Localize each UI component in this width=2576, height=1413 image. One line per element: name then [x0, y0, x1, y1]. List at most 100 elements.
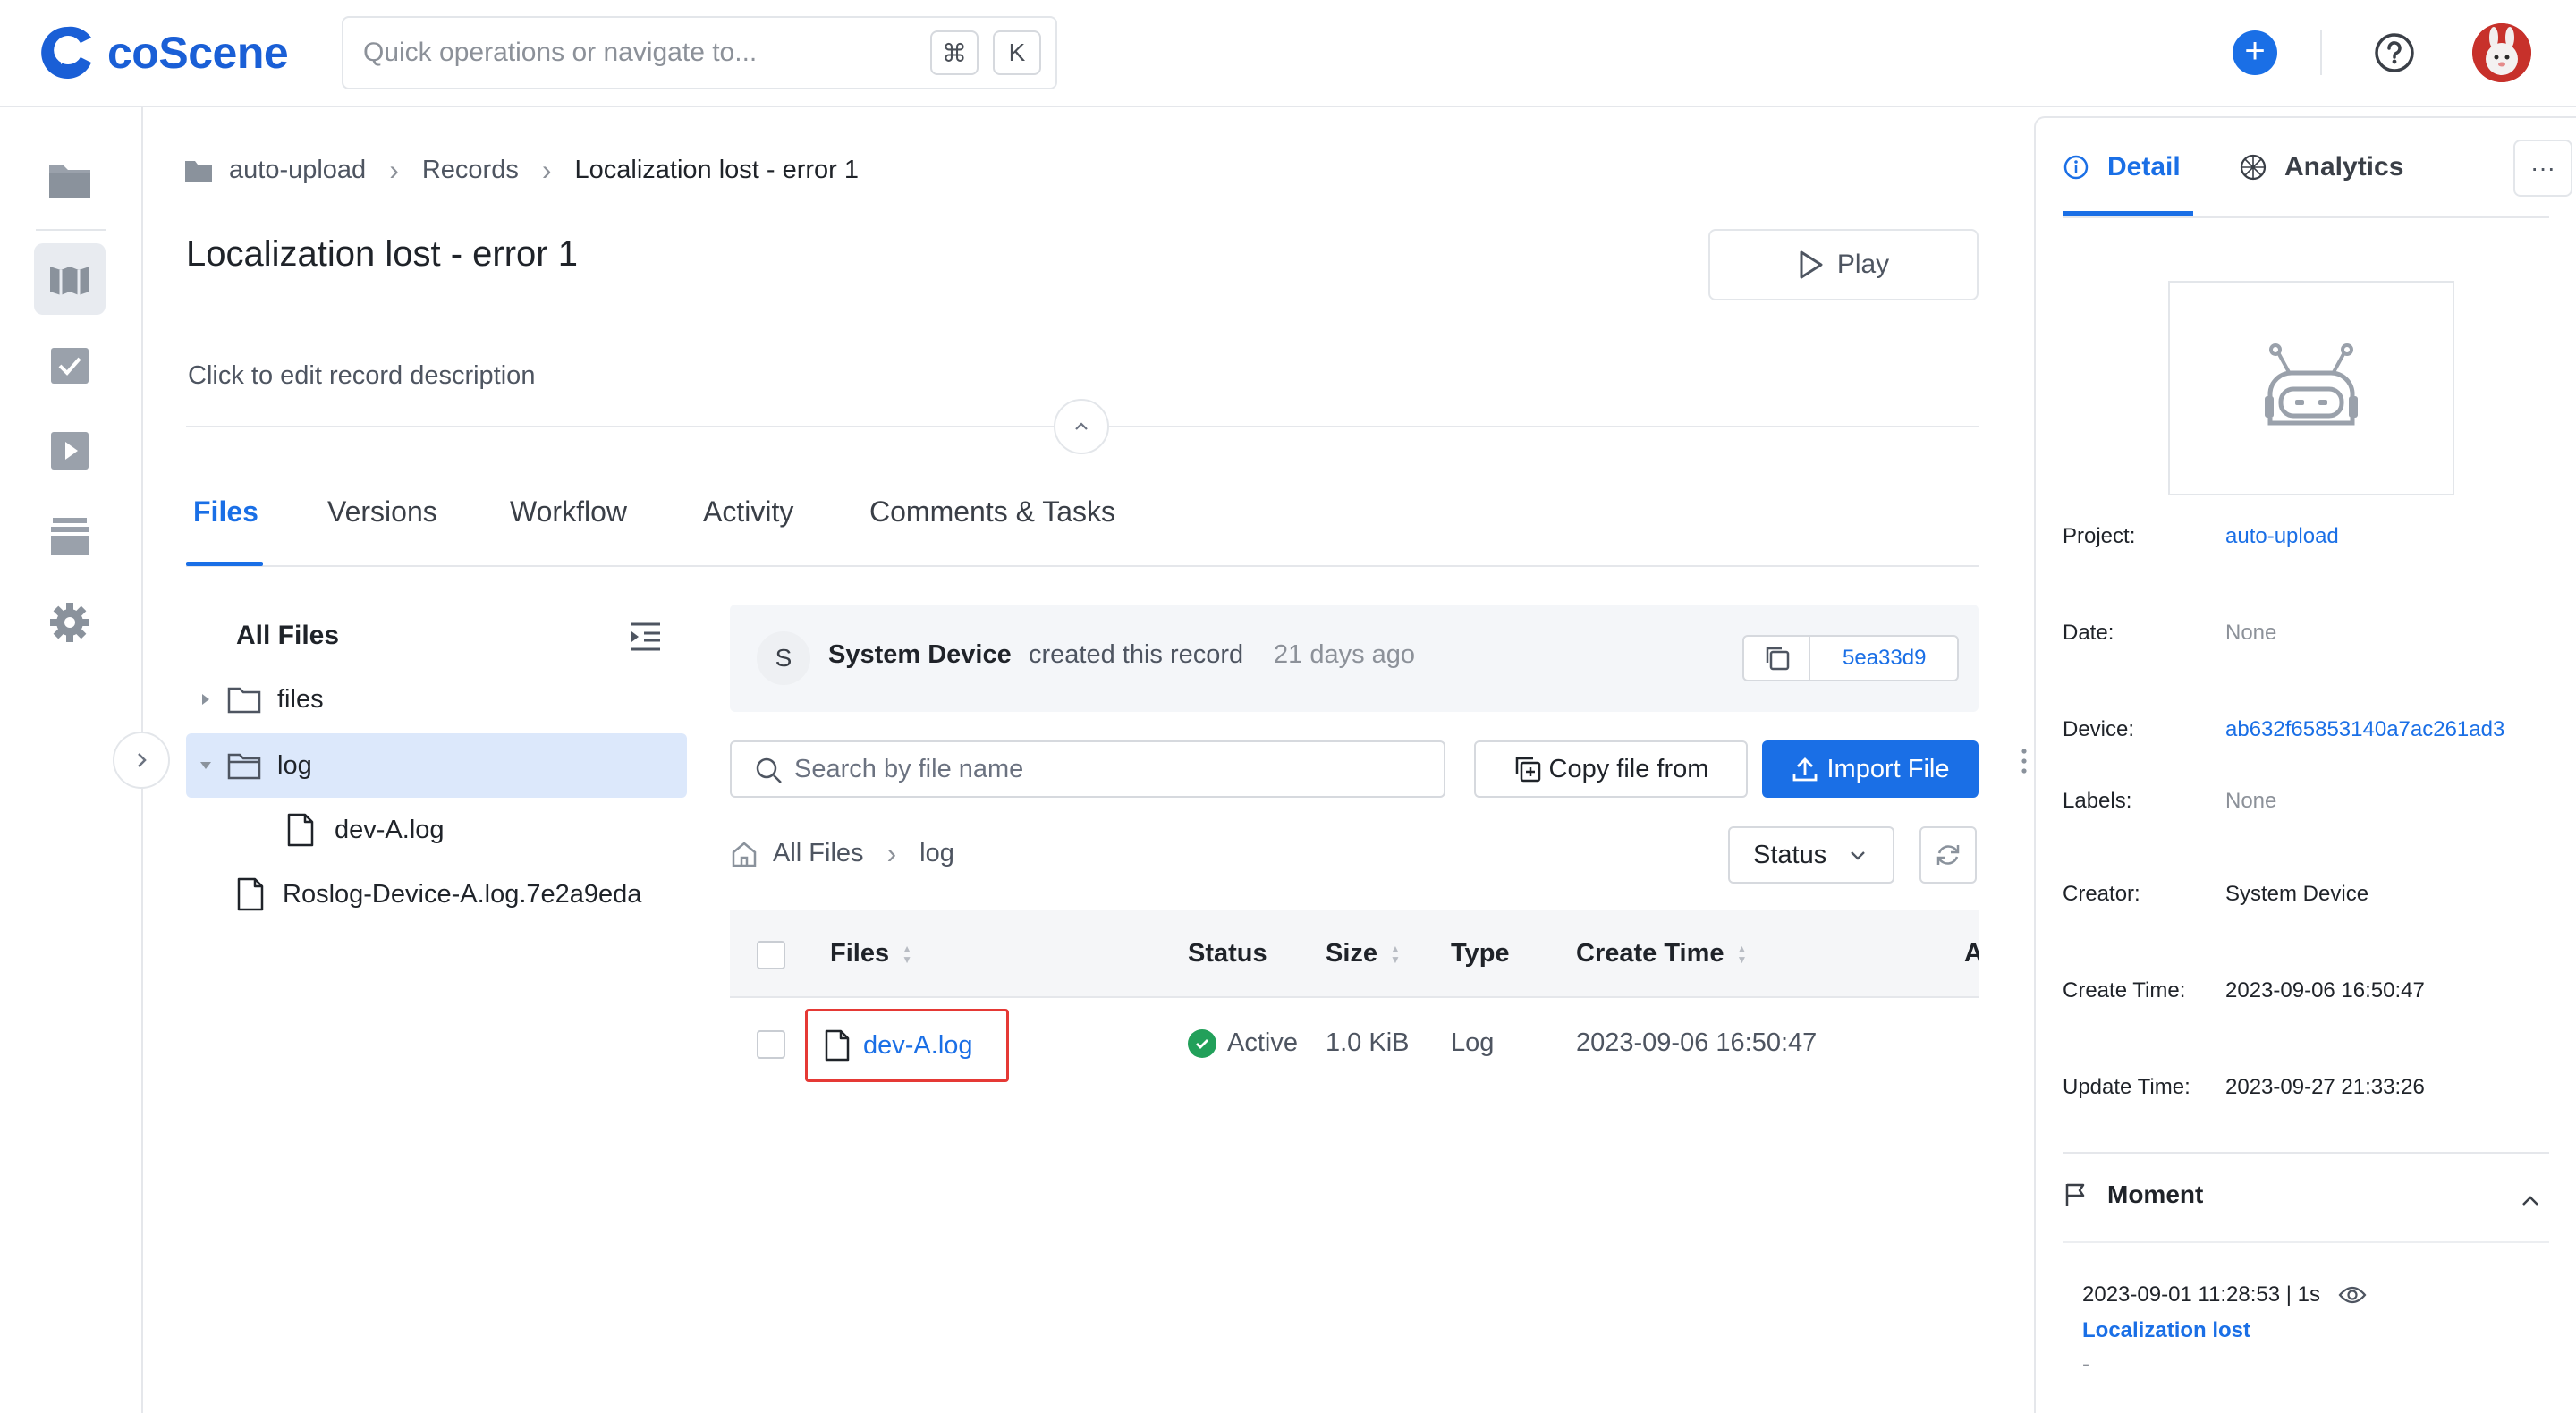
file-search-input[interactable]: Search by file name: [730, 740, 1445, 798]
play-square-icon: [51, 432, 89, 470]
table-row[interactable]: dev-A.log Active 1.0 KiB Log 2023-09-06 …: [730, 998, 1979, 1089]
active-tab-indicator: [186, 562, 263, 566]
labels-value[interactable]: None: [2225, 789, 2276, 814]
column-create-time-label: Create Time: [1576, 939, 1724, 968]
folder-outline-icon: [227, 687, 261, 714]
creator-name[interactable]: System Device: [828, 640, 1012, 670]
copy-icon: [1766, 647, 1790, 671]
moment-note: -: [2082, 1352, 2089, 1376]
file-path: All Files › log: [730, 837, 954, 870]
resize-handle-icon[interactable]: [2020, 748, 2029, 774]
tree-item-files[interactable]: files: [186, 667, 687, 732]
tree-item-dev-a-log[interactable]: dev-A.log: [186, 798, 687, 862]
moment-name-link[interactable]: Localization lost: [2082, 1318, 2250, 1343]
page-title[interactable]: Localization lost - error 1: [186, 234, 578, 275]
nav-settings[interactable]: [34, 587, 106, 658]
indent-menu-icon[interactable]: [626, 617, 665, 656]
more-options-button[interactable]: ···: [2513, 140, 2572, 197]
hash-divider: [1809, 636, 1810, 681]
copy-file-from-button[interactable]: Copy file from: [1474, 740, 1748, 798]
tab-comments-tasks[interactable]: Comments & Tasks: [869, 495, 1115, 529]
folder-icon: [49, 165, 90, 198]
nav-storage[interactable]: [34, 501, 106, 572]
record-description[interactable]: Click to edit record description: [188, 361, 535, 391]
detail-panel: Detail Analytics ··· Project: auto-uploa…: [2034, 116, 2576, 1413]
import-file-button[interactable]: Import File: [1762, 740, 1979, 798]
moment-time-text: 2023-09-01 11:28:53 | 1s: [2082, 1282, 2320, 1307]
file-name-link[interactable]: dev-A.log: [863, 1031, 973, 1061]
detail-tabs: Detail Analytics ···: [2063, 118, 2572, 218]
shortcut-cmd-key: ⌘: [930, 30, 979, 75]
file-name-cell[interactable]: dev-A.log: [805, 1009, 1009, 1082]
record-tabs: Files Versions Workflow Activity Comment…: [186, 490, 1979, 567]
nav-projects[interactable]: [34, 145, 106, 216]
sort-icon: ▲ ▼: [1736, 942, 1748, 966]
coscene-logo-icon: [41, 26, 91, 79]
created-banner: S System Device created this record 21 d…: [730, 605, 1979, 712]
quick-search-input[interactable]: Quick operations or navigate to... ⌘ K: [342, 16, 1057, 89]
play-button[interactable]: Play: [1708, 229, 1979, 300]
ai-sparkle-icon: [2240, 154, 2267, 181]
column-status: Status: [1188, 939, 1267, 969]
help-icon[interactable]: [2372, 30, 2417, 75]
tab-files[interactable]: Files: [193, 495, 258, 529]
file-icon: [825, 1029, 850, 1062]
breadcrumb-records[interactable]: Records: [422, 156, 519, 185]
logo-text: coScene: [107, 28, 289, 78]
tree-item-roslog[interactable]: Roslog-Device-A.log.7e2a9eda: [186, 862, 651, 926]
date-label: Date:: [2063, 621, 2114, 645]
collapse-description-button[interactable]: [1054, 399, 1109, 454]
gear-icon: [50, 603, 89, 642]
nav-records[interactable]: [34, 243, 106, 315]
moment-divider: [2063, 1152, 2549, 1154]
project-label: Project:: [2063, 524, 2136, 548]
column-files[interactable]: Files ▲ ▼: [830, 939, 912, 969]
eye-icon[interactable]: [2338, 1284, 2367, 1306]
tab-workflow[interactable]: Workflow: [510, 495, 627, 529]
device-label: Device:: [2063, 717, 2135, 741]
create-time-value: 2023-09-06 16:50:47: [2225, 978, 2425, 1003]
tree-header[interactable]: All Files: [236, 621, 339, 651]
tab-analytics-label: Analytics: [2284, 152, 2404, 182]
user-avatar[interactable]: [2472, 23, 2531, 82]
breadcrumb-project[interactable]: auto-upload: [229, 156, 366, 185]
tree-item-log[interactable]: log: [186, 733, 687, 798]
checkbox-task-icon: [51, 348, 89, 384]
tree-item-label: log: [277, 750, 312, 780]
nav-playback[interactable]: [34, 415, 106, 487]
column-truncated-label: A: [1964, 939, 1979, 968]
logo[interactable]: coScene: [39, 23, 289, 82]
tab-versions[interactable]: Versions: [327, 495, 437, 529]
home-icon: [732, 841, 757, 867]
chevron-up-icon[interactable]: [2517, 1188, 2544, 1214]
date-value[interactable]: None: [2225, 621, 2276, 646]
status-filter-select[interactable]: Status: [1728, 826, 1894, 884]
select-all-checkbox[interactable]: [757, 941, 785, 969]
refresh-button[interactable]: [1919, 826, 1977, 884]
nav-tasks[interactable]: [34, 329, 106, 401]
moment-section-header[interactable]: Moment: [2063, 1180, 2203, 1209]
check-circle-icon: [1188, 1028, 1216, 1058]
created-time: 21 days ago: [1274, 640, 1416, 669]
project-link[interactable]: auto-upload: [2225, 524, 2339, 549]
tab-activity[interactable]: Activity: [703, 495, 793, 529]
file-search-placeholder: Search by file name: [794, 754, 1024, 783]
top-bar: coScene Quick operations or navigate to.…: [0, 0, 2576, 107]
device-link[interactable]: ab632f65853140a7ac261ad3: [2225, 717, 2504, 742]
path-root[interactable]: All Files: [773, 839, 864, 868]
expand-sidebar-button[interactable]: [113, 732, 170, 789]
caret-down-icon: [200, 762, 211, 769]
column-truncated: A: [1964, 939, 1979, 969]
column-size[interactable]: Size ▲ ▼: [1326, 939, 1401, 969]
row-checkbox[interactable]: [757, 1030, 785, 1059]
tab-detail[interactable]: Detail: [2063, 152, 2181, 182]
column-size-label: Size: [1326, 939, 1378, 968]
info-icon: [2063, 155, 2089, 180]
column-create-time[interactable]: Create Time ▲ ▼: [1576, 939, 1747, 969]
import-file-label: Import File: [1826, 754, 1950, 783]
moment-time: 2023-09-01 11:28:53 | 1s: [2082, 1282, 2367, 1307]
add-button[interactable]: +: [2233, 30, 2277, 75]
status-filter-label: Status: [1753, 840, 1827, 869]
version-hash[interactable]: 5ea33d9: [1742, 635, 1959, 681]
tab-analytics[interactable]: Analytics: [2238, 152, 2403, 182]
